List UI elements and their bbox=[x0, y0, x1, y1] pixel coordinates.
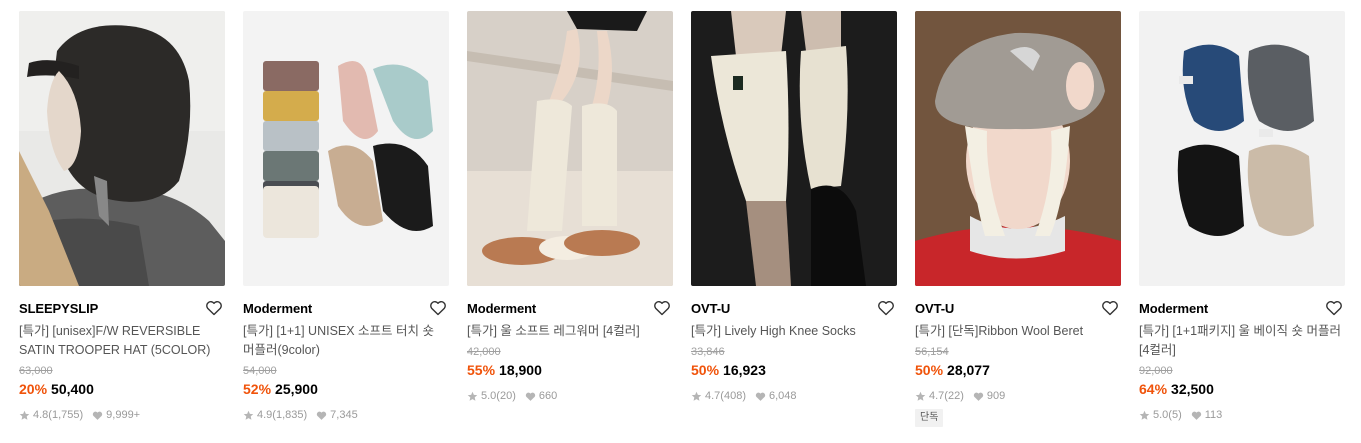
knee-socks-photo bbox=[691, 11, 897, 286]
product-stats: 5.0 (5) 113 bbox=[1139, 408, 1345, 422]
review-count: (1,755) bbox=[48, 409, 84, 421]
heart-filled-icon bbox=[1191, 411, 1201, 420]
heart-filled-icon bbox=[316, 411, 327, 420]
review-count: (22) bbox=[944, 390, 964, 402]
price-row: 50% 28,077 bbox=[915, 360, 1121, 380]
price-row: 55% 18,900 bbox=[467, 360, 673, 380]
discount-rate: 55% bbox=[467, 362, 496, 378]
star-icon bbox=[1139, 410, 1150, 420]
like-count: 6,048 bbox=[768, 390, 797, 402]
heart-outline-icon[interactable] bbox=[1101, 299, 1119, 317]
product-card[interactable]: Moderment [특가] [1+1패키지] 울 베이직 숏 머플러 [4컬러… bbox=[1139, 11, 1345, 422]
star-icon bbox=[243, 410, 254, 420]
sale-price: 18,900 bbox=[499, 362, 542, 378]
sale-price: 16,923 bbox=[723, 362, 766, 378]
brand-name[interactable]: SLEEPYSLIP bbox=[19, 301, 98, 316]
star-icon bbox=[691, 391, 702, 401]
original-price: 54,000 bbox=[243, 365, 277, 377]
product-stats: 4.8 (1,755) 9,999+ bbox=[19, 408, 225, 422]
star-icon bbox=[915, 391, 926, 401]
product-title[interactable]: [특가] [1+1패키지] 울 베이직 숏 머플러 [4컬러] bbox=[1139, 322, 1345, 360]
price-row: 52% 25,900 bbox=[243, 379, 449, 399]
rating: 4.7 bbox=[705, 390, 721, 402]
brand-name[interactable]: Moderment bbox=[1139, 301, 1208, 316]
original-price: 56,154 bbox=[915, 346, 949, 358]
sale-price: 28,077 bbox=[947, 362, 990, 378]
like-count: 7,345 bbox=[330, 409, 358, 421]
wool-beret-photo bbox=[915, 11, 1121, 286]
product-title[interactable]: [특가] Lively High Knee Socks bbox=[691, 322, 897, 341]
discount-rate: 20% bbox=[19, 381, 48, 397]
like-count: 909 bbox=[986, 390, 1006, 402]
heart-outline-icon[interactable] bbox=[429, 299, 447, 317]
product-image[interactable] bbox=[1139, 11, 1345, 286]
product-image[interactable] bbox=[19, 11, 225, 286]
product-stats: 5.0 (20) 660 bbox=[467, 389, 673, 403]
original-price: 33,846 bbox=[691, 346, 725, 358]
rating: 5.0 bbox=[1153, 409, 1169, 421]
price-row: 64% 32,500 bbox=[1139, 379, 1345, 399]
brand-name[interactable]: OVT-U bbox=[691, 301, 730, 316]
product-title[interactable]: [특가] 울 소프트 레그워머 [4컬러] bbox=[467, 322, 673, 341]
muffler-set-photo bbox=[243, 11, 449, 286]
product-image[interactable] bbox=[915, 11, 1121, 286]
heart-outline-icon[interactable] bbox=[1325, 299, 1343, 317]
product-grid: SLEEPYSLIP [특가] [unisex]F/W REVERSIBLE S… bbox=[19, 11, 1349, 443]
product-card[interactable]: OVT-U [특가] Lively High Knee Socks 33,846… bbox=[691, 11, 897, 403]
product-image[interactable] bbox=[467, 11, 673, 286]
product-title[interactable]: [특가] [unisex]F/W REVERSIBLE SATIN TROOPE… bbox=[19, 322, 225, 360]
heart-outline-icon[interactable] bbox=[877, 299, 895, 317]
review-count: (408) bbox=[720, 390, 746, 402]
review-count: (20) bbox=[496, 390, 516, 402]
product-title[interactable]: [특가] [단독]Ribbon Wool Beret bbox=[915, 322, 1121, 341]
product-image[interactable] bbox=[691, 11, 897, 286]
brand-name[interactable]: Moderment bbox=[467, 301, 536, 316]
discount-rate: 52% bbox=[243, 381, 272, 397]
rating: 5.0 bbox=[481, 390, 497, 402]
like-count: 660 bbox=[538, 390, 558, 402]
like-count: 113 bbox=[1204, 409, 1223, 421]
price-row: 20% 50,400 bbox=[19, 379, 225, 399]
discount-rate: 50% bbox=[915, 362, 944, 378]
product-card[interactable]: Moderment [특가] 울 소프트 레그워머 [4컬러] 42,000 5… bbox=[467, 11, 673, 403]
product-card[interactable]: Moderment [특가] [1+1] UNISEX 소프트 터치 숏 머플러… bbox=[243, 11, 449, 422]
product-stats: 4.7 (408) 6,048 bbox=[691, 389, 897, 403]
original-price: 92,000 bbox=[1139, 365, 1173, 377]
sale-price: 25,900 bbox=[275, 381, 318, 397]
rating: 4.9 bbox=[257, 409, 273, 421]
heart-filled-icon bbox=[525, 392, 536, 401]
sale-price: 50,400 bbox=[51, 381, 94, 397]
star-icon bbox=[19, 410, 30, 420]
rating: 4.7 bbox=[929, 390, 945, 402]
star-icon bbox=[467, 391, 478, 401]
heart-filled-icon bbox=[755, 392, 766, 401]
heart-outline-icon[interactable] bbox=[205, 299, 223, 317]
product-stats: 4.9 (1,835) 7,345 bbox=[243, 408, 449, 422]
heart-outline-icon[interactable] bbox=[653, 299, 671, 317]
leg-warmer-photo bbox=[467, 11, 673, 286]
brand-name[interactable]: Moderment bbox=[243, 301, 312, 316]
product-card[interactable]: SLEEPYSLIP [특가] [unisex]F/W REVERSIBLE S… bbox=[19, 11, 225, 422]
sale-price: 32,500 bbox=[1171, 381, 1214, 397]
product-image[interactable] bbox=[243, 11, 449, 286]
short-muffler-set-photo bbox=[1139, 11, 1345, 286]
discount-rate: 64% bbox=[1139, 381, 1168, 397]
review-count: (1,835) bbox=[272, 409, 308, 421]
product-title[interactable]: [특가] [1+1] UNISEX 소프트 터치 숏 머플러(9color) bbox=[243, 322, 449, 360]
brand-name[interactable]: OVT-U bbox=[915, 301, 954, 316]
like-count: 9,999+ bbox=[106, 409, 141, 421]
discount-rate: 50% bbox=[691, 362, 720, 378]
rating: 4.8 bbox=[33, 409, 49, 421]
trooper-hat-photo bbox=[19, 11, 225, 286]
original-price: 42,000 bbox=[467, 346, 501, 358]
product-card[interactable]: OVT-U [특가] [단독]Ribbon Wool Beret 56,154 … bbox=[915, 11, 1121, 427]
original-price: 63,000 bbox=[19, 365, 53, 377]
price-row: 50% 16,923 bbox=[691, 360, 897, 380]
heart-filled-icon bbox=[92, 411, 103, 420]
exclusive-badge: 단독 bbox=[915, 409, 944, 427]
heart-filled-icon bbox=[973, 392, 984, 401]
review-count: (5) bbox=[1168, 409, 1182, 421]
product-stats: 4.7 (22) 909 bbox=[915, 389, 1121, 403]
